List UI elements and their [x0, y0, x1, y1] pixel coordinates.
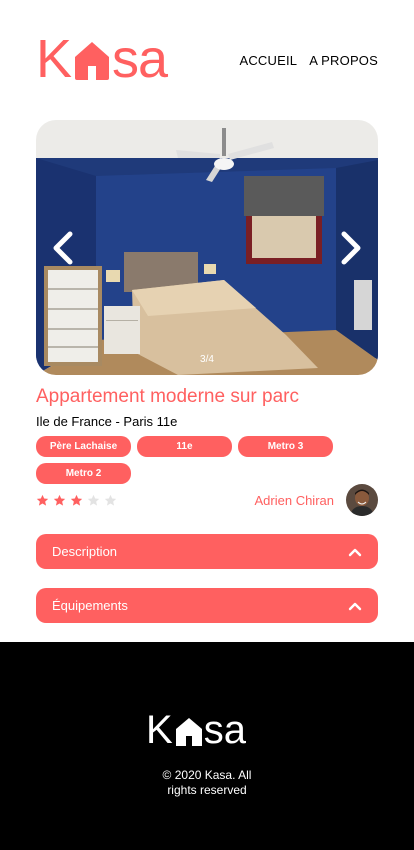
tag: Père Lachaise: [36, 436, 131, 457]
photo-carousel: 3/4: [36, 120, 378, 375]
nav-link-home[interactable]: ACCUEIL: [239, 53, 297, 68]
photo-counter: 3/4: [200, 354, 214, 365]
description-collapse[interactable]: Description: [36, 534, 378, 569]
footer-logo: K sa: [146, 708, 246, 752]
listing-location: Ile de France - Paris 11e: [36, 414, 178, 429]
star-filled-icon: [53, 494, 66, 507]
main-nav: ACCUEIL A PROPOS: [239, 53, 378, 68]
chevron-left-icon: [53, 231, 73, 265]
tag: 11e: [137, 436, 232, 457]
description-label: Description: [52, 544, 118, 559]
logo-letters-sa: sa: [203, 708, 246, 752]
tag: Metro 3: [238, 436, 333, 457]
chevron-up-icon[interactable]: [348, 547, 362, 557]
logo-letter-k: K: [36, 29, 72, 89]
tag-list: Père Lachaise 11e Metro 3 Metro 2: [36, 436, 378, 484]
previous-photo-button[interactable]: [50, 230, 76, 266]
host-avatar: [346, 484, 378, 516]
chevron-up-icon[interactable]: [348, 601, 362, 611]
chevron-right-icon: [341, 231, 361, 265]
house-icon: [75, 42, 110, 80]
host-name: Adrien Chiran: [254, 492, 335, 508]
star-empty-icon: [87, 494, 100, 507]
header: K sa ACCUEIL A PROPOS: [0, 0, 414, 110]
listing-photo: [36, 120, 378, 375]
star-filled-icon: [70, 494, 83, 507]
kasa-logo[interactable]: K sa: [36, 29, 168, 89]
footer: K sa © 2020 Kasa. All rights reserved: [0, 642, 414, 850]
host-info: Adrien Chiran: [254, 484, 378, 516]
nav-link-about[interactable]: A PROPOS: [309, 53, 378, 68]
star-filled-icon: [36, 494, 49, 507]
equipment-collapse[interactable]: Équipements: [36, 588, 378, 623]
logo-letter-k: K: [146, 708, 173, 752]
next-photo-button[interactable]: [338, 230, 364, 266]
avatar-image: [346, 484, 378, 516]
logo-letters-sa: sa: [112, 29, 168, 89]
tag: Metro 2: [36, 463, 131, 484]
listing-title: Appartement moderne sur parc: [36, 386, 299, 407]
house-icon: [175, 718, 202, 746]
equipment-label: Équipements: [52, 598, 128, 613]
star-empty-icon: [104, 494, 117, 507]
rating-stars: [36, 494, 117, 507]
copyright-text: © 2020 Kasa. All rights reserved: [162, 768, 252, 797]
